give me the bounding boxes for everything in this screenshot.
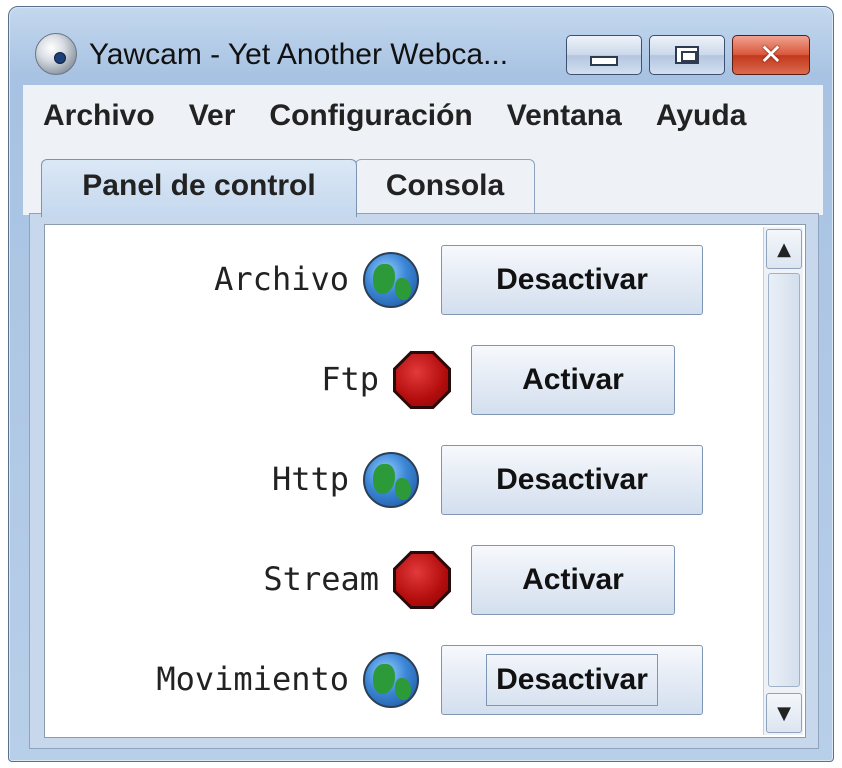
close-icon: ✕ [759,38,783,71]
service-row-stream: Stream Activar [45,543,765,615]
menu-configuracion[interactable]: Configuración [269,99,472,133]
http-desactivar-button[interactable]: Desactivar [441,445,703,515]
menu-archivo[interactable]: Archivo [43,99,155,133]
service-label: Http [271,460,349,498]
stop-icon [393,351,451,409]
service-label: Ftp [321,360,379,398]
yawcam-app-icon[interactable] [35,33,77,75]
control-panel-frame: Archivo Desactivar Ftp Activar Http Desa… [29,213,819,749]
maximize-button[interactable] [649,35,725,75]
tab-consola[interactable]: Consola [355,159,535,215]
menu-ver[interactable]: Ver [189,99,236,133]
control-panel-content: Archivo Desactivar Ftp Activar Http Desa… [44,224,806,738]
service-label: Archivo [214,260,349,298]
globe-icon [363,652,419,708]
ftp-activar-button[interactable]: Activar [471,345,675,415]
arrow-down-icon: ▼ [777,702,791,724]
tab-strip: Panel de control Consola [23,147,823,217]
service-label: Movimiento [156,660,349,698]
movimiento-desactivar-button[interactable]: Desactivar [441,645,703,715]
app-window: Yawcam - Yet Another Webca... ✕ Archivo … [8,6,834,762]
scroll-thumb[interactable] [768,273,800,687]
menu-ayuda[interactable]: Ayuda [656,99,747,133]
service-row-ftp: Ftp Activar [45,343,765,415]
stream-activar-button[interactable]: Activar [471,545,675,615]
window-title: Yawcam - Yet Another Webca... [89,38,509,71]
menu-bar: Archivo Ver Configuración Ventana Ayuda [23,85,823,147]
archivo-desactivar-button[interactable]: Desactivar [441,245,703,315]
service-row-http: Http Desactivar [45,443,765,515]
stop-icon [393,551,451,609]
service-label: Stream [263,560,379,598]
title-bar[interactable]: Yawcam - Yet Another Webca... ✕ [9,7,833,85]
service-row-archivo: Archivo Desactivar [45,243,765,315]
vertical-scrollbar[interactable]: ▲ ▼ [763,227,803,735]
scroll-down-button[interactable]: ▼ [766,693,802,733]
menu-ventana[interactable]: Ventana [507,99,622,133]
maximize-icon [675,46,699,64]
service-row-movimiento: Movimiento Desactivar [45,643,765,715]
minimize-icon [590,56,618,66]
arrow-up-icon: ▲ [777,238,791,260]
focus-indicator [486,654,658,706]
tab-panel-de-control[interactable]: Panel de control [41,159,357,217]
scroll-up-button[interactable]: ▲ [766,229,802,269]
minimize-button[interactable] [566,35,642,75]
globe-icon [363,252,419,308]
globe-icon [363,452,419,508]
close-button[interactable]: ✕ [732,35,810,75]
